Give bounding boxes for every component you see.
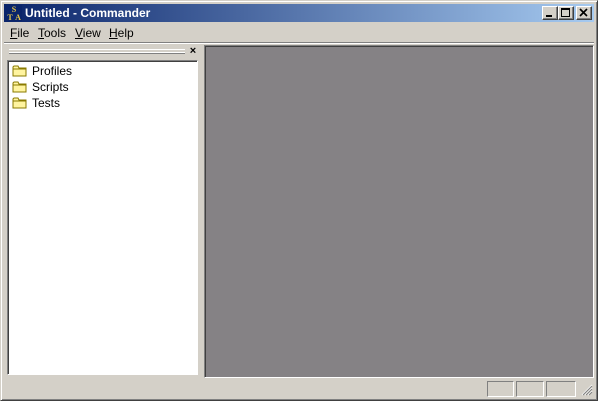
- menu-bar: File Tools View Help: [4, 23, 594, 42]
- folder-icon: [12, 81, 27, 93]
- tree-item-label: Tests: [32, 96, 61, 110]
- sta-app-icon[interactable]: S T A: [6, 5, 22, 21]
- maximize-icon: [561, 8, 570, 17]
- minimize-icon: [546, 15, 552, 17]
- status-panel-3: [546, 381, 576, 397]
- menu-separator: [4, 42, 594, 44]
- svg-text:T: T: [7, 13, 13, 21]
- status-panel-2: [516, 381, 544, 397]
- dock-grip-line: [9, 52, 185, 54]
- tree-item-label: Scripts: [32, 80, 69, 94]
- dock-close-icon[interactable]: ×: [187, 45, 199, 57]
- folder-icon: [12, 97, 27, 109]
- folder-icon: [12, 65, 27, 77]
- menu-tools[interactable]: Tools: [38, 26, 66, 40]
- minimize-button[interactable]: [542, 6, 558, 20]
- window-title: Untitled - Commander: [25, 6, 151, 20]
- navigator-dock-panel: × Profiles Scripts Tests: [4, 45, 201, 378]
- size-grip-icon[interactable]: [581, 384, 593, 396]
- main-window: S T A Untitled - Commander File Tools Vi…: [0, 0, 598, 401]
- status-panel-1: [487, 381, 514, 397]
- status-bar: [4, 380, 594, 397]
- tree-view[interactable]: Profiles Scripts Tests: [7, 60, 198, 375]
- close-icon: [579, 8, 588, 17]
- menu-help[interactable]: Help: [109, 26, 134, 40]
- mdi-workspace[interactable]: [204, 45, 594, 378]
- svg-text:A: A: [15, 13, 21, 21]
- tree-item-label: Profiles: [32, 64, 73, 78]
- title-bar[interactable]: S T A Untitled - Commander: [4, 4, 594, 22]
- menu-file[interactable]: File: [10, 26, 29, 40]
- menu-view[interactable]: View: [75, 26, 101, 40]
- close-button[interactable]: [576, 6, 592, 20]
- maximize-button[interactable]: [558, 6, 574, 20]
